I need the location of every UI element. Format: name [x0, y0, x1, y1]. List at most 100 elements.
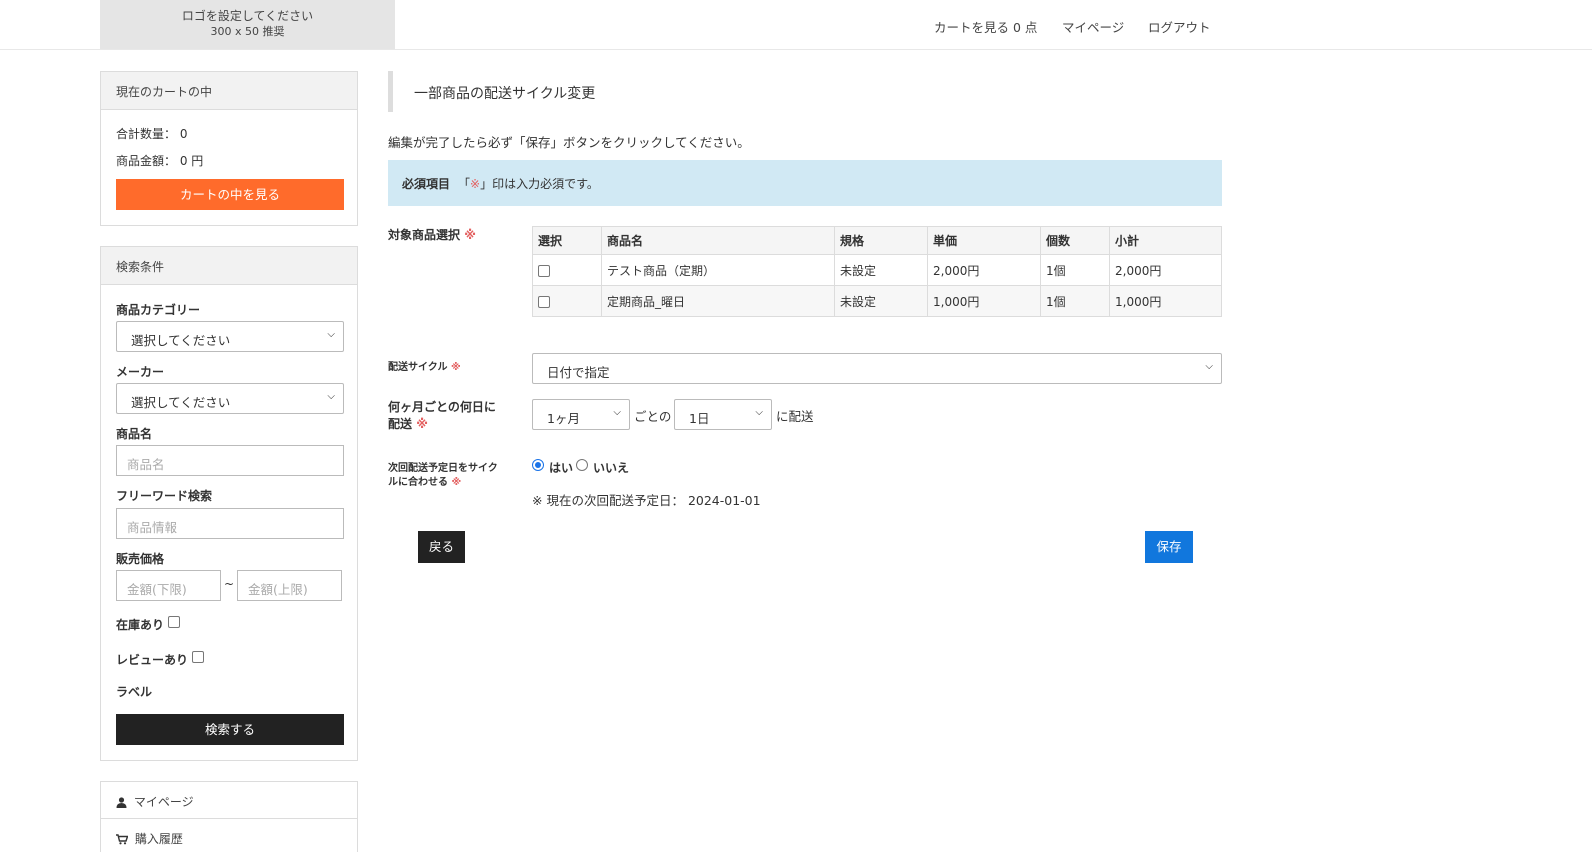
row-spec: 未設定	[834, 285, 928, 317]
nav-cart-link[interactable]: カートを見る 0 点	[934, 17, 1037, 36]
chevron-down-icon: ⌵	[755, 407, 763, 418]
required-mark: ※	[470, 177, 481, 191]
price-label: 販売価格	[116, 552, 165, 566]
required-notice: 必須項目 「※」印は入力必須です。	[388, 160, 1222, 206]
col-subtotal: 小計	[1109, 226, 1222, 255]
next-delivery-note: ※ 現在の次回配送予定日： 2024-01-01	[532, 490, 761, 509]
month-interval-value: 1ヶ月	[547, 411, 580, 426]
match-no-label[interactable]: いいえ	[593, 459, 629, 476]
required-notice-text: 」印は入力必須です。	[480, 177, 599, 191]
monthday-label: 何ヶ月ごとの何日に 配送 ※	[388, 399, 496, 433]
back-button[interactable]: 戻る	[418, 531, 465, 563]
monthday-label-line2: 配送	[388, 417, 413, 431]
menu-item-history-label: 購入履歴	[134, 832, 183, 846]
site-header: ロゴを設定してください 300 x 50 推奨 カートを見る 0 点 マイページ…	[0, 0, 1592, 50]
day-select[interactable]: 1日 ⌵	[674, 399, 772, 430]
row-quantity: 1個	[1040, 254, 1110, 286]
tag-label: ラベル	[116, 685, 153, 699]
freeword-input[interactable]: 商品情報	[116, 508, 344, 539]
cart-panel-title: 現在のカートの中	[101, 72, 357, 110]
in-stock-label: 在庫あり	[116, 618, 165, 632]
menu-item-history[interactable]: 購入履歴	[101, 819, 357, 852]
row-unit-price: 2,000円	[927, 254, 1041, 286]
page-title: 一部商品の配送サイクル変更	[414, 86, 596, 102]
cycle-label: 配送サイクル ※	[388, 361, 461, 375]
monthday-label-line1: 何ヶ月ごとの何日に	[388, 400, 496, 414]
menu-item-mypage[interactable]: マイページ	[101, 782, 357, 819]
category-select-value: 選択してください	[131, 333, 231, 348]
review-checkbox[interactable]	[192, 651, 204, 663]
chevron-down-icon: ⌵	[613, 407, 621, 418]
save-button[interactable]: 保存	[1145, 531, 1193, 563]
cart-amount: 商品金額： 0 円	[116, 152, 203, 169]
row-subtotal: 2,000円	[1109, 254, 1222, 286]
chevron-down-icon: ⌵	[327, 391, 335, 402]
row-product-name: テスト商品（定期）	[601, 254, 835, 286]
required-mark: ※	[450, 362, 461, 373]
menu-item-mypage-label: マイページ	[133, 795, 194, 809]
product-table: 選択 商品名 規格 単価 個数 小計 テスト商品（定期） 未設定 2,000円 …	[532, 226, 1222, 317]
nav-mypage-link[interactable]: マイページ	[1062, 17, 1124, 36]
day-select-value: 1日	[689, 411, 710, 426]
logo-size-hint: 300 x 50 推奨	[210, 25, 285, 38]
logo-text: ロゴを設定してください	[181, 9, 314, 23]
cart-quantity-label: 合計数量：	[116, 127, 177, 141]
match-yes-radio[interactable]	[532, 459, 544, 471]
required-notice-prefix: 「	[458, 177, 471, 191]
freeword-label: フリーワード検索	[116, 489, 213, 503]
product-name-input[interactable]: 商品名	[116, 445, 344, 476]
row-select-checkbox[interactable]	[538, 264, 550, 277]
table-header-row: 選択 商品名 規格 単価 個数 小計	[532, 226, 1222, 255]
cycle-select-value: 日付で指定	[547, 365, 610, 380]
price-separator: ~	[224, 577, 235, 591]
day-suffix-text: に配送	[776, 409, 814, 424]
cycle-label-text: 配送サイクル	[388, 362, 448, 373]
chevron-down-icon: ⌵	[327, 329, 335, 340]
in-stock-checkbox[interactable]	[168, 616, 180, 628]
user-icon	[116, 797, 127, 808]
cart-amount-label: 商品金額：	[116, 154, 177, 168]
row-quantity: 1個	[1040, 285, 1110, 317]
maker-select-value: 選択してください	[131, 395, 231, 410]
nav-logout-link[interactable]: ログアウト	[1148, 17, 1211, 36]
category-select[interactable]: 選択してください ⌵	[116, 321, 344, 352]
match-label-line2: ルに合わせる	[388, 477, 448, 488]
search-panel: 検索条件 商品カテゴリー 選択してください ⌵ メーカー 選択してください ⌵ …	[100, 246, 358, 761]
row-subtotal: 1,000円	[1109, 285, 1222, 317]
row-select-checkbox[interactable]	[538, 295, 550, 308]
col-spec: 規格	[834, 226, 928, 255]
required-mark: ※	[416, 417, 428, 431]
page-title-box: 一部商品の配送サイクル変更	[388, 71, 1222, 112]
mypage-menu-panel: マイページ 購入履歴	[100, 781, 358, 852]
col-product-name: 商品名	[601, 226, 835, 255]
required-mark: ※	[464, 228, 476, 242]
price-max-input[interactable]: 金額(上限)	[237, 570, 342, 601]
match-yes-label[interactable]: はい	[549, 459, 573, 476]
cart-summary-panel: 現在のカートの中 合計数量： 0 商品金額： 0 円 カートの中を見る	[100, 71, 358, 226]
col-quantity: 個数	[1040, 226, 1110, 255]
match-label-line1: 次回配送予定日をサイク	[388, 463, 498, 474]
category-label: 商品カテゴリー	[116, 303, 201, 317]
logo-placeholder[interactable]: ロゴを設定してください 300 x 50 推奨	[100, 0, 395, 49]
cart-quantity: 合計数量： 0	[116, 125, 187, 142]
chevron-down-icon: ⌵	[1205, 361, 1213, 372]
cart-icon	[116, 834, 129, 845]
row-product-name: 定期商品_曜日	[601, 285, 835, 317]
search-button[interactable]: 検索する	[116, 714, 344, 745]
product-select-label-text: 対象商品選択	[388, 228, 461, 242]
cart-amount-value: 0 円	[179, 154, 204, 168]
table-row: テスト商品（定期） 未設定 2,000円 1個 2,000円	[532, 254, 1222, 286]
save-instruction: 編集が完了したら必ず「保存」ボタンをクリックしてください。	[388, 135, 750, 150]
view-cart-button[interactable]: カートの中を見る	[116, 179, 344, 210]
month-interval-select[interactable]: 1ヶ月 ⌵	[532, 399, 630, 430]
col-select: 選択	[532, 226, 602, 255]
table-row: 定期商品_曜日 未設定 1,000円 1個 1,000円	[532, 285, 1222, 317]
review-label: レビューあり	[116, 653, 189, 667]
maker-select[interactable]: 選択してください ⌵	[116, 383, 344, 414]
price-min-input[interactable]: 金額(下限)	[116, 570, 221, 601]
cycle-select[interactable]: 日付で指定 ⌵	[532, 353, 1222, 384]
row-select-cell	[532, 285, 602, 317]
next-delivery-date: 2024-01-01	[687, 493, 761, 508]
row-spec: 未設定	[834, 254, 928, 286]
match-no-radio[interactable]	[576, 459, 588, 471]
